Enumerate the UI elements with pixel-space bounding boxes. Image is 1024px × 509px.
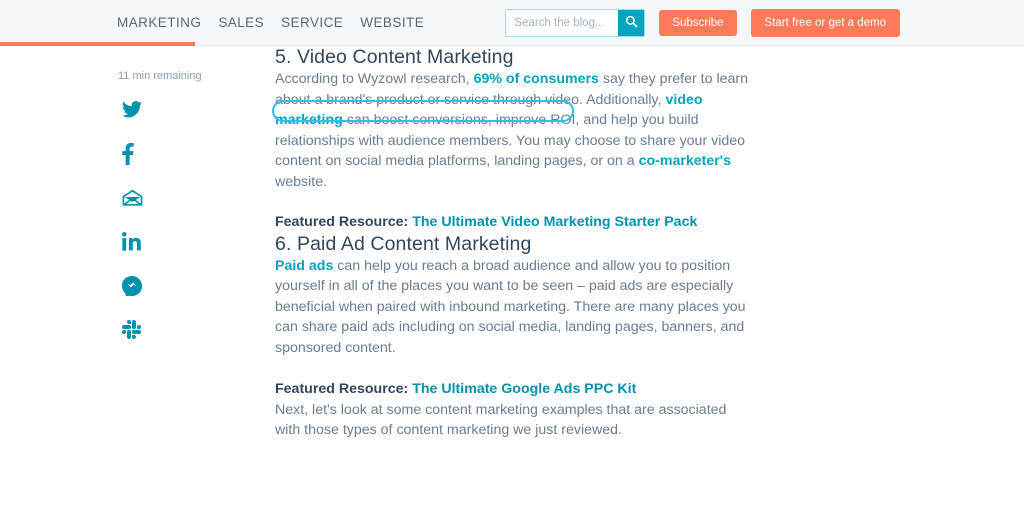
site-header: MARKETING SALES SERVICE WEBSITE Subscrib… [0,0,1024,46]
link-paid-ads[interactable]: Paid ads [275,258,333,274]
share-twitter-button[interactable] [122,98,146,121]
section-heading-paid-ad-content-marketing: 6. Paid Ad Content Marketing [275,232,532,255]
paragraph-text-segment: can help you reach a broad audience and … [275,257,746,356]
linkedin-icon [122,232,141,251]
nav-item-service[interactable]: SERVICE [281,15,343,30]
paragraph-text-segment: website. [275,173,328,190]
paragraph-video-content-marketing: According to Wyzowl research, 69% of con… [275,69,755,192]
link-co-marketers[interactable]: co-marketer's [639,153,732,169]
search-submit-button[interactable] [618,9,645,36]
nav-item-marketing[interactable]: MARKETING [117,15,201,30]
main-navigation: MARKETING SALES SERVICE WEBSITE [117,15,424,30]
nav-item-sales[interactable]: SALES [218,15,264,30]
blog-search[interactable] [505,8,646,37]
share-messenger-button[interactable] [122,274,146,297]
section-heading-video-content-marketing: 5. Video Content Marketing [275,46,514,68]
share-icon-list [122,98,146,341]
paragraph-closing: Next, let's look at some content marketi… [275,401,727,439]
article-body: 5. Video Content Marketing According to … [275,46,755,441]
header-inner: MARKETING SALES SERVICE WEBSITE Subscrib… [0,0,1024,45]
nav-item-website[interactable]: WEBSITE [360,15,424,30]
paragraph-text-segment: According to Wyzowl research, [275,71,474,87]
featured-resource-label: Featured Resource: [275,214,413,230]
slack-icon [122,320,141,339]
share-email-button[interactable] [122,186,146,209]
messenger-icon [122,275,142,296]
featured-resource-paid-ads: Featured Resource: The Ultimate Google A… [275,379,755,400]
link-video-marketing-starter-pack[interactable]: The Ultimate Video Marketing Starter Pac… [412,214,697,230]
share-slack-button[interactable] [122,318,146,341]
start-free-demo-button[interactable]: Start free or get a demo [750,8,900,37]
reading-time-label: 11 min remaining [118,70,202,82]
facebook-icon [122,142,134,165]
header-actions: Subscribe Start free or get a demo [505,0,900,45]
twitter-icon [122,101,142,118]
featured-resource-video: Featured Resource: The Ultimate Video Ma… [275,212,755,233]
paragraph-paid-ad-content-marketing: Paid ads can help you reach a broad audi… [275,256,755,359]
search-icon [625,15,638,31]
share-facebook-button[interactable] [122,142,146,165]
link-google-ads-ppc-kit[interactable]: The Ultimate Google Ads PPC Kit [412,381,636,397]
social-share-sidebar: 11 min remaining [0,46,265,509]
featured-resource-label: Featured Resource: [275,381,413,397]
subscribe-button[interactable]: Subscribe [659,9,737,36]
link-69-percent-of-consumers[interactable]: 69% of consumers [474,71,599,87]
search-input[interactable] [506,9,619,36]
share-linkedin-button[interactable] [122,230,146,253]
email-icon [122,189,143,207]
